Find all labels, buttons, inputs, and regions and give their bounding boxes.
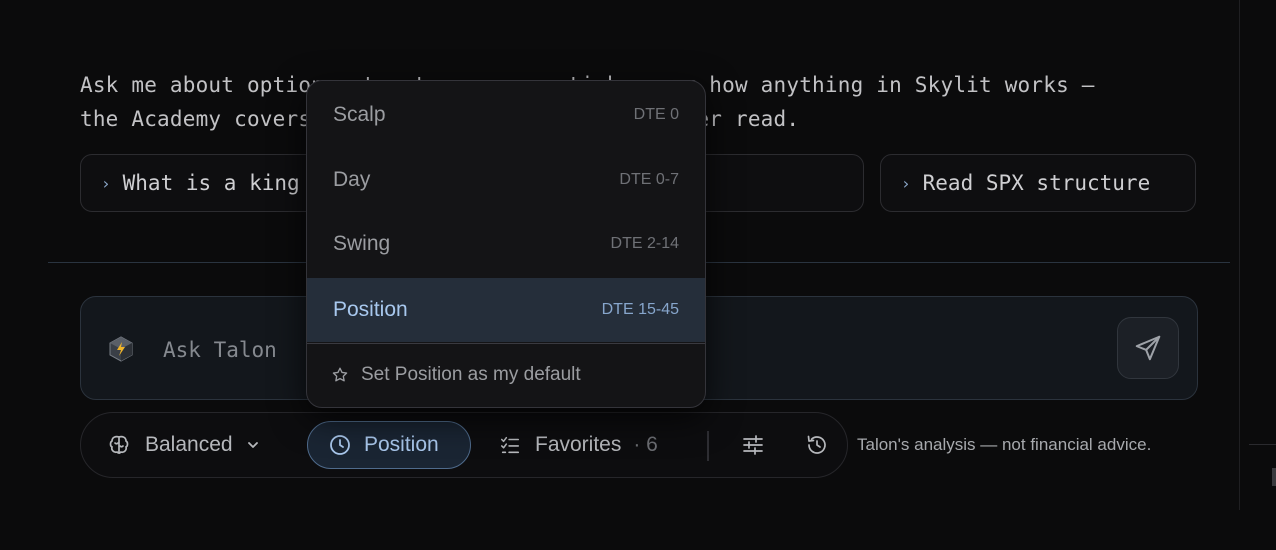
filters-button[interactable] — [741, 413, 765, 477]
option-dte: DTE 0 — [633, 106, 679, 123]
option-dte: DTE 15-45 — [601, 301, 679, 318]
set-default-label: Set Position as my default — [361, 364, 581, 385]
mode-label: Balanced — [145, 433, 233, 456]
right-panel-edge — [1249, 444, 1276, 445]
horizon-label: Position — [364, 433, 439, 456]
talon-cube-icon — [107, 335, 135, 363]
send-icon — [1135, 335, 1161, 361]
send-button[interactable] — [1117, 317, 1179, 379]
chevron-right-icon: › — [101, 173, 111, 193]
option-dte: DTE 2-14 — [610, 235, 679, 252]
horizon-option-position[interactable]: Position DTE 15-45 — [307, 278, 705, 342]
suggestion-chip-spx[interactable]: › Read SPX structure — [880, 154, 1196, 212]
horizon-select-button[interactable]: Position — [307, 421, 471, 469]
scrollbar-thumb[interactable] — [1272, 468, 1276, 486]
set-default-button[interactable]: Set Position as my default — [331, 357, 581, 393]
horizon-option-scalp[interactable]: Scalp DTE 0 — [307, 83, 705, 147]
suggestion-label: Read SPX structure — [922, 171, 1151, 195]
mode-select[interactable]: Balanced — [107, 413, 275, 477]
checklist-icon — [500, 436, 520, 454]
brain-icon — [109, 435, 129, 454]
favorites-label: Favorites — [535, 433, 622, 456]
chevron-right-icon: › — [901, 173, 911, 193]
chevron-down-icon — [247, 442, 258, 448]
horizon-dropdown-menu: Scalp DTE 0 Day DTE 0-7 Swing DTE 2-14 P… — [306, 80, 706, 408]
history-button[interactable] — [805, 413, 829, 477]
option-label: Scalp — [333, 103, 386, 126]
history-icon — [807, 435, 826, 454]
favorites-count: · 6 — [633, 433, 658, 456]
composer-toolbar: Balanced Position Favorites · 6 — [80, 412, 848, 478]
favorites-button[interactable]: Favorites · 6 — [499, 413, 658, 477]
disclaimer: Talon's analysis — not financial advice. — [857, 435, 1152, 454]
right-panel-divider — [1239, 0, 1240, 510]
star-icon — [332, 367, 348, 382]
clock-icon — [330, 435, 350, 455]
option-dte: DTE 0-7 — [619, 171, 679, 188]
horizon-option-day[interactable]: Day DTE 0-7 — [307, 148, 705, 212]
toolbar-separator — [707, 431, 709, 461]
sliders-icon — [743, 435, 763, 455]
option-label: Position — [333, 298, 408, 321]
menu-divider — [307, 343, 705, 344]
option-label: Swing — [333, 232, 391, 255]
option-label: Day — [333, 168, 371, 191]
horizon-option-swing[interactable]: Swing DTE 2-14 — [307, 212, 705, 276]
